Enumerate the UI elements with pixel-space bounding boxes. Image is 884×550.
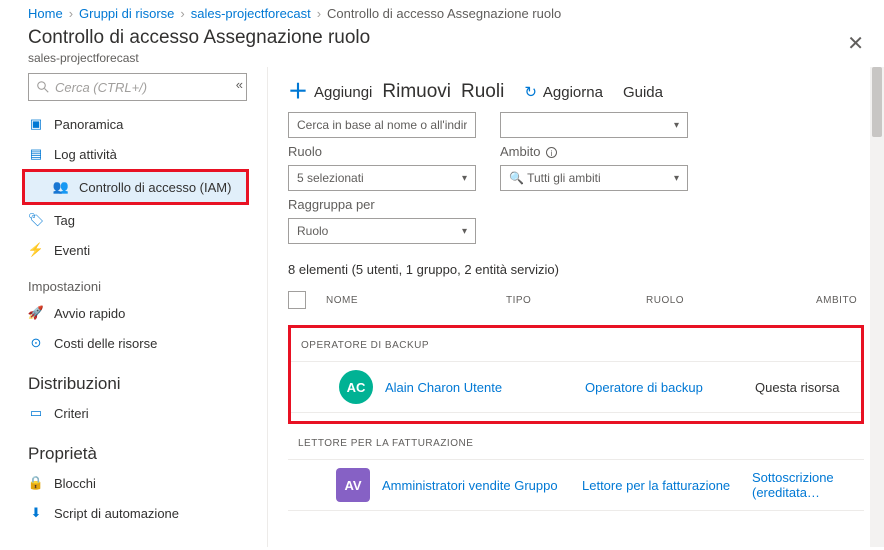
tag-icon: 🏷 xyxy=(28,212,44,228)
cost-icon: ⊙ xyxy=(28,335,44,351)
filter-groupby-select[interactable]: Ruolo ▾ xyxy=(288,218,476,244)
refresh-button[interactable]: ↻ Aggiorna xyxy=(524,83,603,101)
toolbar: ＋ Aggiungi Rimuovi Ruoli ↻ Aggiorna Guid… xyxy=(268,67,884,113)
lightning-icon: ⚡ xyxy=(28,242,44,258)
row-scope[interactable]: Sottoscrizione (ereditata… xyxy=(752,470,854,500)
chevron-right-icon: › xyxy=(317,6,321,21)
table-row[interactable]: AV Amministratori vendite Gruppo Lettore… xyxy=(288,459,864,511)
sidebar-item-locks[interactable]: 🔒 Blocchi xyxy=(0,468,267,498)
breadcrumb-groups[interactable]: Gruppi di risorse xyxy=(79,6,174,21)
page-title: Controllo di accesso Assegnazione ruolo xyxy=(28,27,837,49)
role-group-backup-operator: OPERATORE DI BACKUP AC Alain Charon Uten… xyxy=(288,325,864,424)
col-type[interactable]: TIPO xyxy=(506,295,646,306)
filter-scope-select[interactable]: 🔍 Tutti gli ambiti ▾ xyxy=(500,165,688,191)
select-all-checkbox[interactable] xyxy=(288,291,306,309)
row-role[interactable]: Operatore di backup xyxy=(585,380,755,395)
row-name[interactable]: Amministratori vendite Gruppo xyxy=(382,478,582,493)
sidebar-item-costs[interactable]: ⊙ Costi delle risorse xyxy=(0,328,267,358)
info-icon: i xyxy=(546,147,557,158)
sidebar-item-access-control[interactable]: 👥 Controllo di accesso (IAM) xyxy=(25,172,246,202)
breadcrumb-project[interactable]: sales-projectforecast xyxy=(191,6,311,21)
rocket-icon: 🚀 xyxy=(28,305,44,321)
filter-groupby-label: Raggruppa per xyxy=(288,197,476,212)
breadcrumb-home[interactable]: Home xyxy=(28,6,63,21)
col-name[interactable]: NOME xyxy=(326,295,506,306)
table-header: NOME TIPO RUOLO AMBITO xyxy=(268,285,884,315)
script-icon: ⬇ xyxy=(28,505,44,521)
add-button[interactable]: ＋ Aggiungi xyxy=(288,82,372,102)
sidebar-section-properties: Proprietà xyxy=(0,428,267,468)
sidebar-item-automation-script[interactable]: ⬇ Script di automazione xyxy=(0,498,267,528)
chevron-down-icon: ▾ xyxy=(462,173,467,184)
sidebar-section-settings: Impostazioni xyxy=(0,265,267,298)
sidebar-item-activity-log[interactable]: ▤ Log attività xyxy=(0,139,267,169)
chevron-right-icon: › xyxy=(69,6,73,21)
help-button[interactable]: Guida xyxy=(623,84,663,101)
remove-button[interactable]: Rimuovi xyxy=(382,81,451,103)
sidebar-item-tags[interactable]: 🏷 Tag xyxy=(0,205,267,235)
search-icon xyxy=(37,81,49,93)
lock-icon: 🔒 xyxy=(28,475,44,491)
refresh-icon: ↻ xyxy=(524,83,537,101)
plus-icon: ＋ xyxy=(288,82,308,102)
table-row[interactable]: AC Alain Charon Utente Operatore di back… xyxy=(291,361,861,413)
sidebar-item-policies[interactable]: ▭ Criteri xyxy=(0,398,267,428)
close-icon[interactable]: ✕ xyxy=(837,27,874,60)
filter-scope-label: Ambito i xyxy=(500,144,688,159)
chevron-down-icon: ▾ xyxy=(674,120,679,131)
chevron-down-icon: ▾ xyxy=(674,173,679,184)
sidebar: Cerca (CTRL+/) « ▣ Panoramica ▤ Log atti… xyxy=(0,67,268,547)
scrollbar[interactable] xyxy=(870,67,884,547)
cube-icon: ▣ xyxy=(28,116,44,132)
breadcrumb: Home › Gruppi di risorse › sales-project… xyxy=(0,0,884,25)
role-group-billing-reader: LETTORE PER LA FATTURAZIONE AV Amministr… xyxy=(288,434,864,511)
sidebar-section-deployments: Distribuzioni xyxy=(0,358,267,398)
chevron-right-icon: › xyxy=(180,6,184,21)
row-scope: Questa risorsa xyxy=(755,380,851,395)
group-title: OPERATORE DI BACKUP xyxy=(291,336,861,361)
page-subtitle: sales-projectforecast xyxy=(28,51,837,65)
search-input[interactable]: Cerca (CTRL+/) xyxy=(28,73,247,101)
content-pane: ＋ Aggiungi Rimuovi Ruoli ↻ Aggiorna Guid… xyxy=(268,67,884,547)
avatar: AV xyxy=(336,468,370,502)
results-summary: 8 elementi (5 utenti, 1 gruppo, 2 entità… xyxy=(268,244,884,285)
filter-type-select[interactable]: ▾ xyxy=(500,112,688,138)
roles-button[interactable]: Ruoli xyxy=(461,81,504,103)
filter-role-label: Ruolo xyxy=(288,144,476,159)
col-role[interactable]: RUOLO xyxy=(646,295,816,306)
log-icon: ▤ xyxy=(28,146,44,162)
avatar: AC xyxy=(339,370,373,404)
collapse-icon[interactable]: « xyxy=(236,77,243,92)
row-role[interactable]: Lettore per la fatturazione xyxy=(582,478,752,493)
col-scope[interactable]: AMBITO xyxy=(816,295,864,306)
group-title: LETTORE PER LA FATTURAZIONE xyxy=(288,434,864,459)
sidebar-item-events[interactable]: ⚡ Eventi xyxy=(0,235,267,265)
policy-icon: ▭ xyxy=(28,405,44,421)
row-name[interactable]: Alain Charon Utente xyxy=(385,380,585,395)
breadcrumb-current: Controllo di accesso Assegnazione ruolo xyxy=(327,6,561,21)
filter-name-input[interactable]: Cerca in base al nome o all'indirizzo di… xyxy=(288,112,476,138)
people-icon: 👥 xyxy=(53,179,69,195)
sidebar-item-quickstart[interactable]: 🚀 Avvio rapido xyxy=(0,298,267,328)
filter-role-select[interactable]: 5 selezionati ▾ xyxy=(288,165,476,191)
sidebar-item-overview[interactable]: ▣ Panoramica xyxy=(0,109,267,139)
chevron-down-icon: ▾ xyxy=(462,226,467,237)
